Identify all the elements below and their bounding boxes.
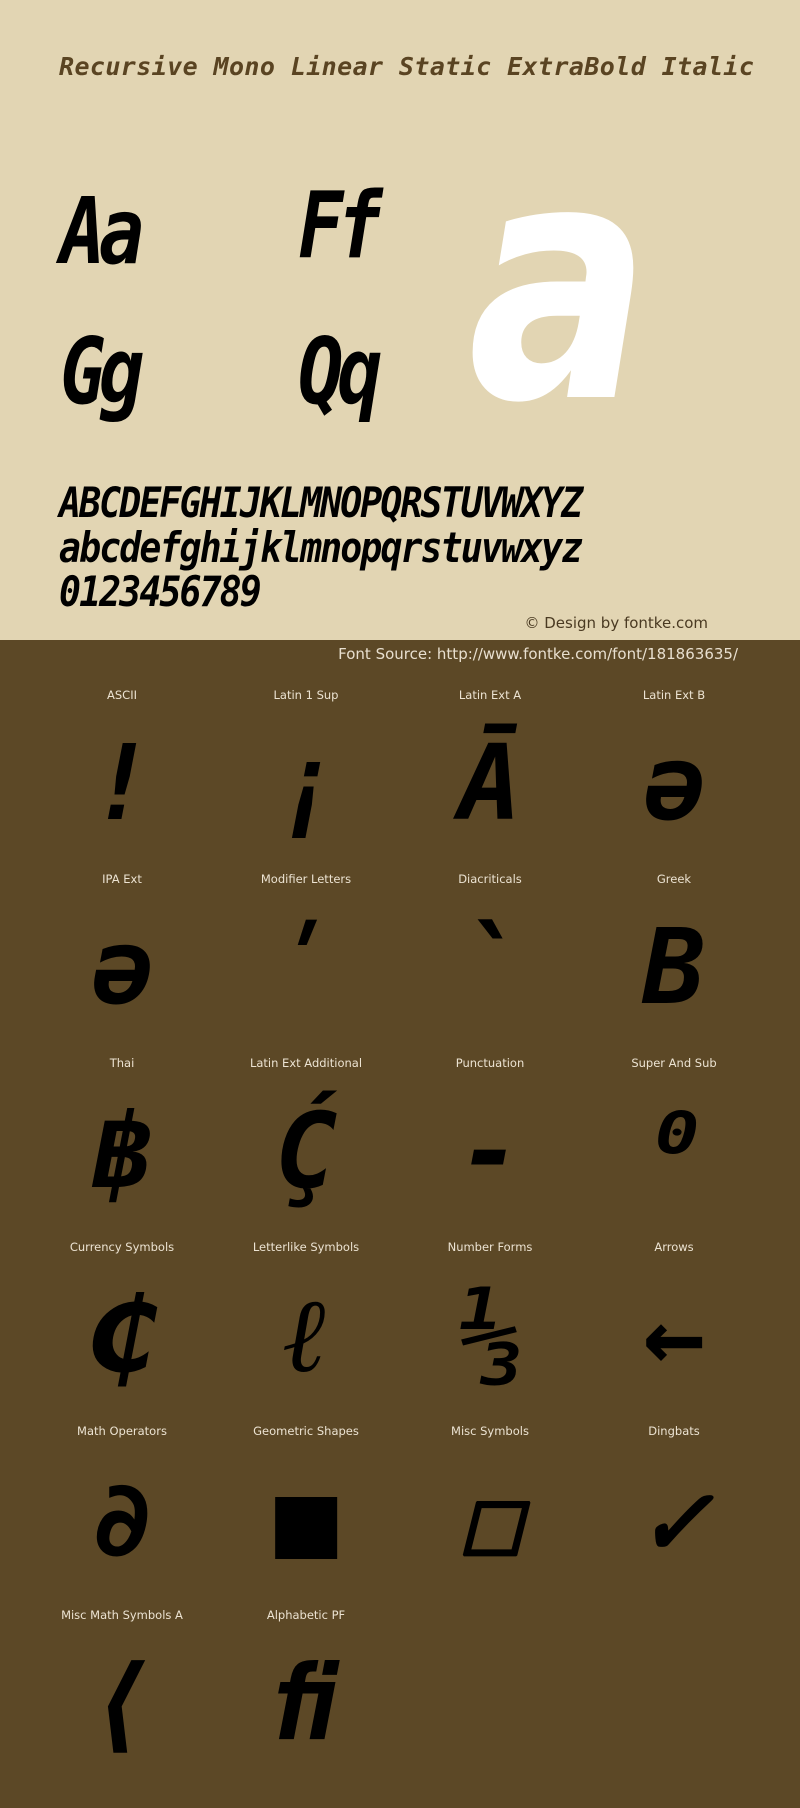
unicode-block-cell: Alphabetic PF ﬁ (214, 1600, 398, 1784)
block-sample-glyph: ¡ (274, 722, 338, 844)
block-sample-glyph: ∂ (90, 1458, 154, 1580)
block-sample-glyph: ₵ (90, 1274, 154, 1396)
block-sample-glyph: ʹ (274, 906, 338, 1028)
block-sample-glyph: ← (642, 1274, 706, 1396)
block-sample-glyph: ⅓ (458, 1274, 522, 1396)
block-label: IPA Ext (102, 872, 142, 886)
unicode-block-cell: Geometric Shapes ■ (214, 1416, 398, 1600)
unicode-block-cell: Number Forms ⅓ (398, 1232, 582, 1416)
unicode-block-cell: Modifier Letters ʹ (214, 864, 398, 1048)
unicode-block-cell: Greek Β (582, 864, 766, 1048)
block-label: Greek (656, 872, 692, 886)
block-sample-glyph: ☐ (458, 1458, 522, 1580)
block-label: Misc Symbols (451, 1424, 529, 1438)
glyph-pair-aa: Aa (60, 178, 144, 285)
font-title: Recursive Mono Linear Static ExtraBold I… (59, 52, 755, 81)
block-sample-glyph: ! (90, 722, 154, 844)
unicode-block-cell: Latin Ext A Ā (398, 680, 582, 864)
block-sample-glyph: ■ (274, 1458, 338, 1580)
digits-line: 0123456789 (59, 567, 262, 616)
block-sample-glyph: Ā (458, 722, 522, 844)
block-label: Latin Ext Additional (249, 1056, 363, 1070)
block-label: Thai (109, 1056, 135, 1070)
block-label: Math Operators (77, 1424, 167, 1438)
unicode-block-cell: Dingbats ✓ (582, 1416, 766, 1600)
font-source-link[interactable]: Font Source: http://www.fontke.com/font/… (338, 645, 738, 663)
block-sample-glyph: ə (642, 722, 706, 844)
block-label: Letterlike Symbols (252, 1240, 360, 1254)
unicode-block-cell: Latin Ext B ə (582, 680, 766, 864)
block-label: Diacriticals (458, 872, 522, 886)
unicode-block-cell: Thai ฿ (30, 1048, 214, 1232)
block-sample-glyph: Β (642, 906, 706, 1028)
block-label: Arrows (654, 1240, 694, 1254)
lowercase-alphabet: abcdefghijklmnopqrstuvwxyz (59, 523, 583, 572)
block-sample-glyph: ‐ (458, 1090, 522, 1212)
block-sample-glyph: ̀ (458, 906, 522, 1028)
unicode-block-cell: IPA Ext ə (30, 864, 214, 1048)
unicode-block-cell: Latin Ext Additional Ḉ (214, 1048, 398, 1232)
block-sample-glyph: ℓ (283, 1274, 329, 1396)
unicode-block-cell: Misc Math Symbols A ⟨ (30, 1600, 214, 1784)
block-label: Misc Math Symbols A (61, 1608, 183, 1622)
block-label: Geometric Shapes (253, 1424, 359, 1438)
unicode-block-cell: Latin 1 Sup ¡ (214, 680, 398, 864)
design-credit: © Design by fontke.com (524, 614, 708, 632)
unicode-block-cell: ASCII! (30, 680, 214, 864)
block-sample-glyph: ﬁ (274, 1642, 338, 1764)
unicode-block-cell: Punctuation ‐ (398, 1048, 582, 1232)
block-label: Latin Ext A (458, 688, 522, 702)
block-sample-glyph: ✓ (642, 1458, 706, 1580)
block-label: Super And Sub (631, 1056, 717, 1070)
block-sample-glyph: ⟨ (90, 1642, 154, 1764)
unicode-block-cell: Math Operators ∂ (30, 1416, 214, 1600)
unicode-block-cell: Super And Sub ⁰ (582, 1048, 766, 1232)
block-label: Number Forms (447, 1240, 533, 1254)
block-label: ASCII (107, 688, 137, 702)
unicode-block-cell: Letterlike Symbols ℓ (214, 1232, 398, 1416)
glyph-pair-ff: Ff (298, 172, 382, 279)
block-sample-glyph: ฿ (90, 1090, 154, 1212)
large-glyph-preview: a (468, 91, 651, 475)
block-label: Modifier Letters (260, 872, 352, 886)
uppercase-alphabet: ABCDEFGHIJKLMNOPQRSTUVWXYZ (59, 478, 583, 527)
block-sample-glyph: ⁰ (642, 1090, 706, 1212)
unicode-block-cell: Arrows ← (582, 1232, 766, 1416)
unicode-block-cell: Misc Symbols ☐ (398, 1416, 582, 1600)
block-label: Punctuation (455, 1056, 525, 1070)
unicode-block-cell: Currency Symbols ₵ (30, 1232, 214, 1416)
block-label: Latin Ext B (642, 688, 706, 702)
glyph-pair-qq: Qq (298, 318, 382, 425)
glyph-pair-gg: Gg (60, 318, 144, 425)
specimen-header-panel: Recursive Mono Linear Static ExtraBold I… (0, 0, 800, 640)
unicode-block-cell: Diacriticals̀ (398, 864, 582, 1048)
block-label: Latin 1 Sup (273, 688, 339, 702)
block-sample-glyph: ə (90, 906, 154, 1028)
block-label: Currency Symbols (69, 1240, 175, 1254)
block-label: Alphabetic PF (266, 1608, 346, 1622)
block-sample-glyph: Ḉ (274, 1090, 338, 1212)
block-label: Dingbats (648, 1424, 700, 1438)
